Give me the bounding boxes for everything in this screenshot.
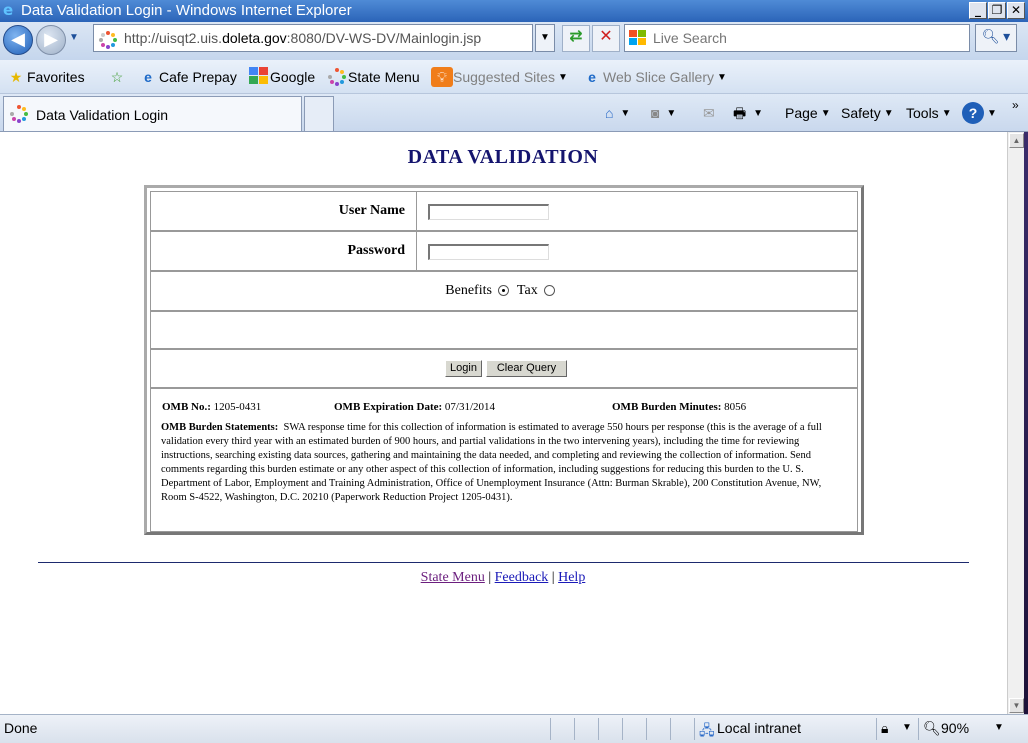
mode-row: Benefits Tax	[150, 271, 858, 311]
scroll-down-icon[interactable]: ▼	[1009, 698, 1024, 713]
minimize-button[interactable]: _	[969, 2, 987, 19]
page-content: DATA VALIDATION User Name Password Benef…	[0, 132, 1010, 714]
tax-label: Tax	[516, 283, 538, 298]
search-input[interactable]	[653, 29, 953, 47]
omb-number: OMB No.: 1205-0431	[162, 401, 262, 413]
security-zone[interactable]: 🖧︎ Local intranet	[694, 718, 874, 740]
forward-arrow-icon: ▶	[44, 29, 58, 50]
chevron-down-icon: ▼	[717, 71, 727, 83]
window-title: Data Validation Login - Windows Internet…	[21, 2, 352, 19]
favorites-button[interactable]: ★ Favorites	[5, 67, 85, 89]
new-tab-button[interactable]	[304, 96, 334, 131]
username-input[interactable]	[428, 204, 549, 220]
divider	[38, 562, 969, 563]
forward-button[interactable]: ▶	[36, 25, 66, 55]
status-text: Done	[4, 720, 38, 736]
fav-item-state-menu[interactable]: State Menu	[326, 67, 420, 89]
restore-button[interactable]: ❐	[988, 2, 1006, 19]
mail-icon[interactable]: ✉	[703, 102, 715, 124]
google-icon	[248, 67, 270, 87]
address-toolbar: ◀ ▶ ▼ http://uisqt2.uis.doleta.gov:8080/…	[0, 22, 1028, 60]
tab-data-validation-login[interactable]: Data Validation Login	[3, 96, 302, 131]
page-menu[interactable]: Page ▼	[785, 102, 831, 124]
scroll-up-icon[interactable]: ▲	[1009, 133, 1024, 148]
feeds-button[interactable]: ◙ ▼	[651, 102, 676, 124]
omb-burden-statement: OMB Burden Statements: SWA response time…	[161, 422, 822, 503]
star-icon: ★	[9, 69, 23, 85]
site-favicon-icon	[326, 67, 348, 87]
omb-burden-minutes: OMB Burden Minutes: 8056	[612, 401, 747, 413]
refresh-icon[interactable]: ⇄	[562, 25, 590, 52]
fav-item-google[interactable]: Google	[248, 67, 315, 89]
zoom-button[interactable]: 🔍︎ 90% ▼	[918, 718, 1014, 740]
vertical-scrollbar[interactable]: ▲ ▼	[1007, 132, 1024, 714]
back-arrow-icon: ◀	[11, 29, 25, 50]
clear-query-button[interactable]: Clear Query	[486, 360, 567, 377]
title-bar: e Data Validation Login - Windows Intern…	[0, 0, 1028, 22]
fav-item-web-slice-gallery[interactable]: e Web Slice Gallery ▼	[581, 67, 727, 89]
magnifier-icon: 🔍︎	[981, 30, 1000, 45]
help-icon: ?	[962, 102, 984, 124]
close-button[interactable]: ✕	[1007, 2, 1025, 19]
safety-menu[interactable]: Safety ▼	[841, 102, 894, 124]
home-button[interactable]: ⌂ ▼	[605, 102, 630, 124]
back-button[interactable]: ◀	[3, 25, 33, 55]
printer-icon: 🖶︎	[733, 105, 747, 121]
print-button[interactable]: 🖶︎ ▼	[733, 102, 763, 124]
message-row	[150, 311, 858, 349]
chevron-more-icon[interactable]: »	[1012, 94, 1019, 116]
site-favicon-icon	[99, 31, 117, 49]
fav-item-cafe-prepay[interactable]: e Cafe Prepay	[137, 67, 237, 89]
chevron-down-icon: ▼	[557, 71, 568, 83]
password-input[interactable]	[428, 244, 549, 260]
stop-icon[interactable]: ✕	[592, 25, 620, 52]
live-search-icon	[629, 30, 646, 45]
address-bar[interactable]: http://uisqt2.uis.doleta.gov:8080/DV-WS-…	[93, 24, 533, 52]
help-menu[interactable]: ? ▼	[962, 102, 997, 124]
intranet-icon: 🖧︎	[699, 722, 715, 738]
lightbulb-icon: 💡︎	[431, 67, 453, 87]
footer-links: State Menu | Feedback | Help	[420, 570, 586, 585]
rss-feed-icon: ◙	[651, 105, 660, 121]
login-form: User Name Password Benefits Tax Login Cle…	[144, 185, 864, 535]
ie-logo-icon: e	[3, 1, 14, 19]
page-title: DATA VALIDATION	[407, 146, 599, 168]
username-row: User Name	[150, 191, 858, 231]
home-icon: ⌂	[605, 105, 614, 121]
password-row: Password	[150, 231, 858, 271]
search-button[interactable]: 🔍︎ ▾	[975, 24, 1017, 52]
tab-bar: Data Validation Login ⌂ ▼ ◙ ▼ ✉ 🖶︎ ▼ Pag…	[0, 94, 1028, 132]
benefits-label: Benefits	[445, 283, 492, 298]
zoom-icon: 🔍︎	[923, 720, 941, 736]
login-button[interactable]: Login	[445, 360, 482, 377]
status-bar: Done 🖧︎ Local intranet 🔒︎ ▼ 🔍︎ 90% ▼	[0, 714, 1028, 743]
benefits-radio[interactable]	[497, 285, 509, 297]
desktop-edge	[1024, 132, 1028, 714]
address-dropdown-icon[interactable]: ▼	[535, 24, 555, 52]
state-menu-link[interactable]: State Menu	[421, 570, 485, 585]
fav-item-suggested-sites[interactable]: 💡︎ Suggested Sites ▼	[431, 67, 568, 89]
recent-pages-dropdown-icon[interactable]: ▼	[69, 32, 79, 43]
feedback-link[interactable]: Feedback	[495, 570, 549, 585]
button-row: Login Clear Query	[150, 349, 858, 388]
password-label: Password	[151, 232, 417, 270]
username-label: User Name	[151, 192, 417, 230]
tax-radio[interactable]	[543, 285, 555, 297]
add-to-favorites-icon[interactable]: ☆	[106, 67, 128, 89]
favorites-bar: ★ Favorites ☆ e Cafe Prepay Google State M…	[0, 60, 1028, 94]
address-url: http://uisqt2.uis.doleta.gov:8080/DV-WS-…	[124, 30, 482, 46]
ie-page-icon: e	[588, 69, 596, 85]
ie-page-icon: e	[144, 69, 152, 85]
help-link[interactable]: Help	[558, 570, 585, 585]
omb-expiration-date: OMB Expiration Date: 07/31/2014	[334, 401, 496, 413]
tools-menu[interactable]: Tools ▼	[906, 102, 952, 124]
lock-icon: 🔒︎	[881, 720, 889, 736]
site-favicon-icon	[10, 105, 28, 123]
protected-mode-button[interactable]: 🔒︎ ▼	[876, 718, 916, 740]
search-box[interactable]	[624, 24, 970, 52]
